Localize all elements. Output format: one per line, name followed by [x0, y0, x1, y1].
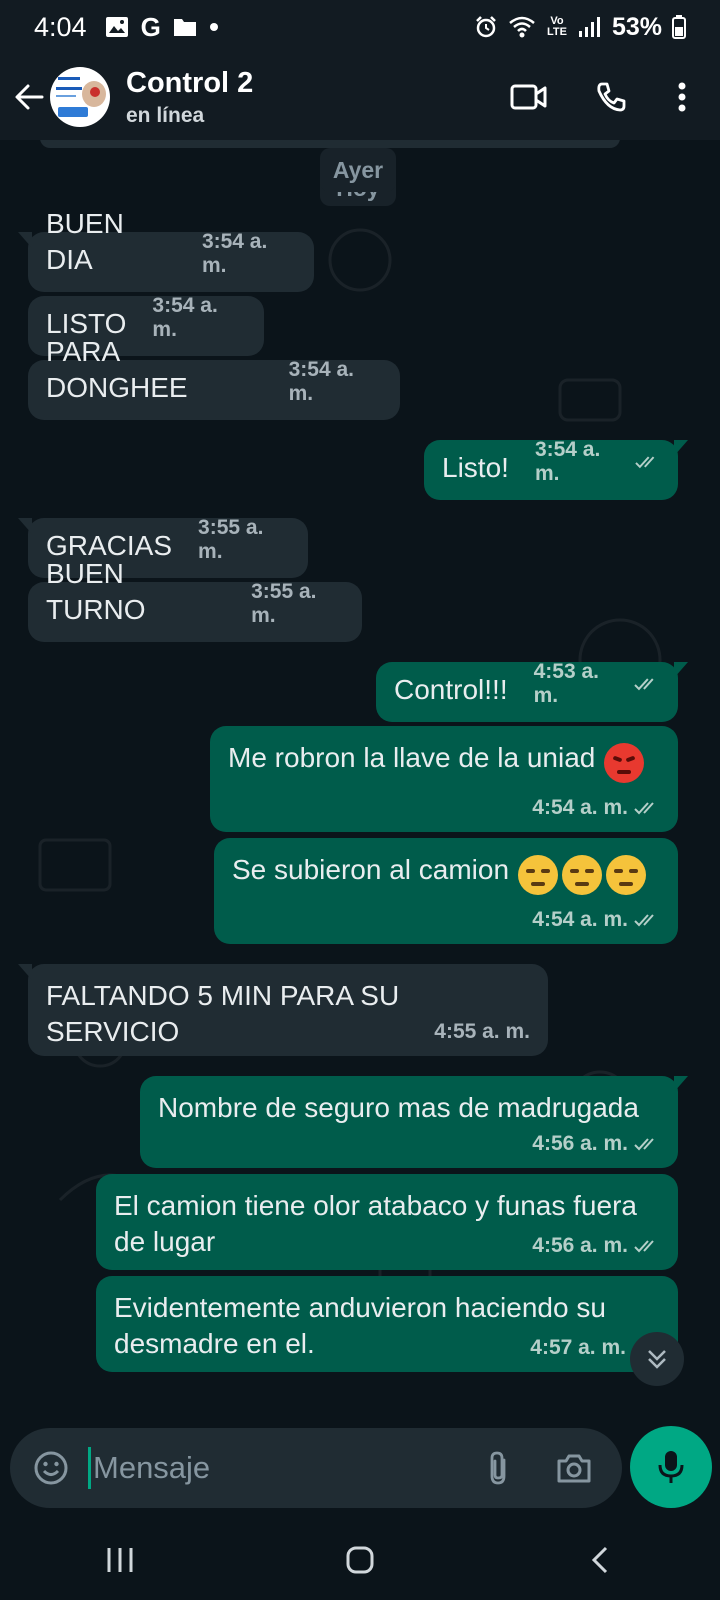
message-time: 3:55 a. m.	[251, 580, 317, 627]
video-call-icon	[510, 84, 547, 110]
message-text: Se subieron al camion	[232, 854, 510, 885]
chevron-double-down-icon	[648, 1350, 666, 1369]
contact-avatar[interactable]	[50, 67, 110, 127]
message-time: 4:54 a. m.	[532, 796, 628, 819]
message-list[interactable]: Hoy Ayer BUEN DIA 3:54 a. m. LISTO 3:54 …	[0, 140, 720, 1420]
more-options-icon	[678, 82, 686, 112]
double-check-icon	[634, 1138, 654, 1151]
alarm-icon	[474, 15, 498, 39]
contact-status: en línea	[126, 103, 205, 127]
message-outgoing[interactable]: El camion tiene olor atabaco y funas fue…	[96, 1174, 678, 1270]
recent-apps-button[interactable]	[60, 1520, 180, 1600]
message-time: 4:54 a. m.	[532, 908, 628, 931]
text-caret	[88, 1447, 91, 1489]
message-text: BUEN TURNO	[46, 558, 146, 625]
more-options-button[interactable]	[652, 54, 712, 140]
message-input[interactable]: Mensaje	[93, 1450, 210, 1486]
message-text: Nombre de seguro mas de madrugada	[158, 1092, 639, 1123]
message-text: Control!!!	[394, 674, 508, 705]
recent-apps-icon	[107, 1548, 133, 1572]
volte-icon: Vo LTE	[546, 16, 568, 38]
voice-message-button[interactable]	[630, 1426, 712, 1508]
message-text: FALTANDO 5 MIN PARA SU SERVICIO	[46, 980, 400, 1047]
contact-info[interactable]: Control 2 en línea	[126, 67, 253, 128]
status-bar: 4:04 G Vo LTE 53%	[0, 0, 720, 54]
message-incoming[interactable]: FALTANDO 5 MIN PARA SU SERVICIO 4:55 a. …	[18, 964, 548, 1056]
battery-icon	[672, 15, 686, 39]
camera-icon	[557, 1454, 591, 1483]
signal-icon	[578, 16, 602, 38]
message-outgoing[interactable]: Nombre de seguro mas de madrugada 4:56 a…	[140, 1076, 688, 1168]
angry-face-emoji	[603, 742, 644, 783]
message-time: 4:53 a. m.	[533, 660, 599, 707]
wifi-icon	[508, 16, 536, 38]
battery-percentage: 53%	[611, 12, 662, 41]
emoji-icon	[34, 1451, 68, 1485]
home-button[interactable]	[300, 1520, 420, 1600]
message-incoming[interactable]: PARA DONGHEE 3:54 a. m.	[28, 336, 400, 420]
message-time: 4:55 a. m.	[434, 1020, 530, 1043]
previous-message-edge	[40, 140, 620, 148]
system-navigation-bar	[0, 1520, 720, 1600]
voice-call-icon	[597, 82, 626, 112]
message-text: PARA DONGHEE	[46, 336, 188, 403]
camera-button[interactable]	[536, 1428, 612, 1508]
unamused-face-emoji	[517, 854, 558, 895]
attach-button[interactable]	[460, 1428, 536, 1508]
message-time: 4:57 a. m.	[530, 1336, 626, 1359]
system-back-button[interactable]	[540, 1520, 660, 1600]
composer-bar: Mensaje	[0, 1420, 720, 1520]
arrow-left-icon	[15, 84, 44, 110]
message-time: 4:56 a. m.	[532, 1234, 628, 1257]
double-check-icon	[634, 802, 654, 815]
message-outgoing[interactable]: Se subieron al camion 4:54 a. m.	[214, 838, 678, 944]
microphone-icon	[658, 1451, 684, 1483]
double-check-icon	[634, 914, 654, 927]
unamused-face-emoji	[561, 854, 602, 895]
dot-icon	[209, 22, 219, 32]
double-check-icon	[634, 456, 654, 469]
message-incoming[interactable]: BUEN DIA 3:54 a. m.	[18, 208, 314, 292]
message-incoming[interactable]: BUEN TURNO 3:55 a. m.	[28, 558, 362, 642]
chat-header: Control 2 en línea	[0, 54, 720, 140]
message-input-container[interactable]: Mensaje	[10, 1428, 622, 1508]
chevron-left-icon	[591, 1546, 608, 1574]
video-call-button[interactable]	[488, 54, 570, 140]
message-time: 3:54 a. m.	[201, 230, 268, 277]
paperclip-icon	[490, 1451, 506, 1485]
message-text-line: Evidentemente anduvieron haciendo su	[114, 1292, 606, 1323]
double-check-icon	[634, 678, 654, 691]
voice-call-button[interactable]	[570, 54, 652, 140]
message-text-line: El camion tiene olor atabaco y funas fue…	[114, 1190, 637, 1221]
date-chip-yesterday: Ayer	[320, 148, 396, 192]
message-outgoing[interactable]: Control!!! 4:53 a. m.	[376, 660, 688, 722]
message-text: Me robron la llave de la uniad	[228, 742, 596, 773]
home-icon	[346, 1546, 374, 1574]
folder-icon	[173, 17, 197, 37]
message-time: 4:56 a. m.	[532, 1132, 628, 1155]
scroll-to-bottom-button[interactable]	[630, 1332, 684, 1386]
message-time: 3:54 a. m.	[534, 438, 601, 485]
status-time: 4:04	[34, 11, 87, 42]
unamused-face-emoji	[605, 854, 646, 895]
contact-name: Control 2	[126, 66, 254, 99]
message-text: Listo!	[442, 452, 509, 483]
emoji-button[interactable]	[16, 1428, 86, 1508]
image-icon	[105, 16, 129, 38]
message-outgoing[interactable]: Evidentemente anduvieron haciendo su des…	[96, 1276, 678, 1372]
message-time: 3:54 a. m.	[288, 358, 354, 405]
volte-label: Vo LTE	[546, 15, 567, 38]
message-outgoing[interactable]: Me robron la llave de la uniad 4:54 a. m…	[210, 726, 678, 832]
double-check-icon	[634, 1240, 654, 1253]
google-icon: G	[140, 11, 161, 42]
message-outgoing[interactable]: Listo! 3:54 a. m.	[424, 438, 688, 500]
message-text: BUEN DIA	[46, 208, 124, 275]
